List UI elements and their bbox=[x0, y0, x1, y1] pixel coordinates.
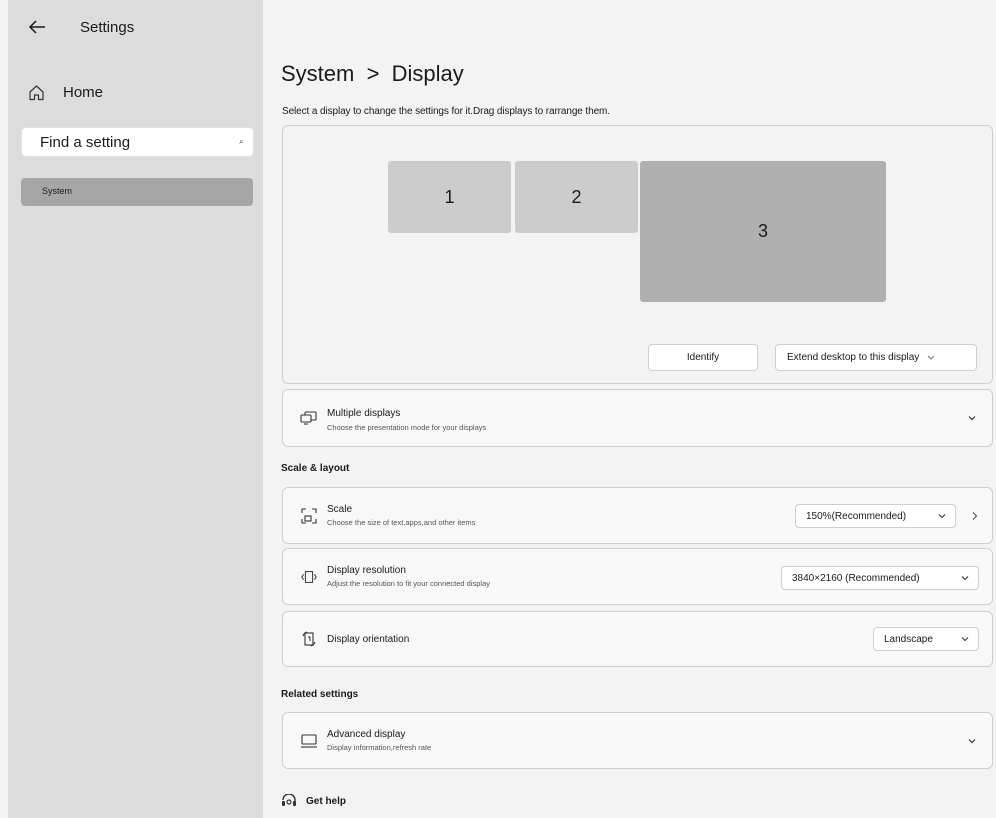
chevron-down-icon bbox=[961, 576, 969, 581]
help-icon bbox=[282, 794, 296, 806]
multiple-displays-row[interactable]: Multiple displays Choose the presentatio… bbox=[282, 389, 993, 447]
monitor-2[interactable]: 2 bbox=[515, 161, 638, 233]
scale-title: Scale bbox=[327, 504, 353, 515]
page-subtitle: Select a display to change the settings … bbox=[282, 106, 610, 117]
resolution-row: Display resolution Adjust the resolution… bbox=[282, 548, 993, 605]
sidebar-item-system[interactable]: System bbox=[21, 178, 253, 206]
resolution-value: 3840×2160 (Recommended) bbox=[792, 572, 920, 584]
extend-mode-value: Extend desktop to this display bbox=[787, 352, 920, 363]
resolution-dropdown[interactable]: 3840×2160 (Recommended) bbox=[781, 566, 979, 590]
monitor-3[interactable]: 3 bbox=[640, 161, 886, 302]
chevron-right-icon[interactable] bbox=[972, 511, 978, 520]
chevron-down-icon[interactable] bbox=[968, 738, 976, 743]
chevron-down-icon bbox=[961, 637, 969, 642]
scale-dropdown[interactable]: 150%(Recommended) bbox=[795, 504, 956, 528]
advanced-display-description: Display information,refresh rate bbox=[327, 743, 432, 752]
app-title: Settings bbox=[80, 18, 135, 36]
extend-mode-dropdown[interactable]: Extend desktop to this display bbox=[775, 344, 977, 371]
multiple-displays-icon bbox=[300, 409, 318, 427]
section-heading-scale-layout: Scale & layout bbox=[281, 463, 350, 474]
chevron-down-icon[interactable] bbox=[968, 416, 976, 421]
back-arrow-icon bbox=[28, 20, 45, 34]
get-help-link[interactable]: Get help bbox=[281, 794, 346, 808]
monitor-1[interactable]: 1 bbox=[388, 161, 511, 233]
nav-home[interactable]: Home bbox=[28, 84, 103, 101]
title-bar: Settings bbox=[26, 16, 134, 38]
advanced-display-title: Advanced display bbox=[327, 729, 406, 740]
multiple-displays-title: Multiple displays bbox=[327, 408, 401, 419]
orientation-dropdown[interactable]: Landscape bbox=[873, 627, 979, 651]
advanced-display-row[interactable]: Advanced display Display information,ref… bbox=[282, 712, 993, 769]
scale-icon bbox=[300, 507, 318, 525]
breadcrumb: System > Display bbox=[281, 61, 464, 86]
section-heading-related-settings: Related settings bbox=[281, 689, 359, 700]
orientation-title: Display orientation bbox=[327, 634, 410, 645]
chevron-down-icon bbox=[927, 355, 935, 360]
home-icon bbox=[29, 85, 44, 101]
main-content: System > Display Select a display to cha… bbox=[263, 0, 996, 818]
back-button[interactable] bbox=[26, 16, 48, 38]
sidebar: Settings Home System bbox=[8, 0, 263, 818]
search-input[interactable] bbox=[40, 133, 239, 151]
search-box bbox=[21, 127, 254, 157]
display-arrangement-card: 1 2 3 Identify Extend desktop to this di… bbox=[282, 125, 993, 384]
scale-row: Scale Choose the size of text,apps,and o… bbox=[282, 487, 993, 544]
identify-button[interactable]: Identify bbox=[648, 344, 758, 371]
multiple-displays-description: Choose the presentation mode for your di… bbox=[327, 423, 487, 432]
resolution-icon bbox=[300, 568, 318, 586]
resolution-title: Display resolution bbox=[327, 565, 406, 576]
chevron-down-icon bbox=[938, 514, 946, 519]
resolution-description: Adjust the resolution to fit your connec… bbox=[327, 579, 491, 588]
monitor-icon bbox=[300, 732, 318, 750]
orientation-value: Landscape bbox=[884, 633, 933, 645]
nav-home-label: Home bbox=[63, 84, 104, 101]
scale-description: Choose the size of text,apps,and other i… bbox=[327, 518, 476, 527]
get-help-label: Get help bbox=[306, 795, 347, 807]
orientation-row: Display orientation Landscape bbox=[282, 611, 993, 667]
scale-value: 150%(Recommended) bbox=[806, 510, 907, 522]
orientation-icon bbox=[300, 630, 318, 648]
search-icon[interactable] bbox=[239, 135, 243, 149]
